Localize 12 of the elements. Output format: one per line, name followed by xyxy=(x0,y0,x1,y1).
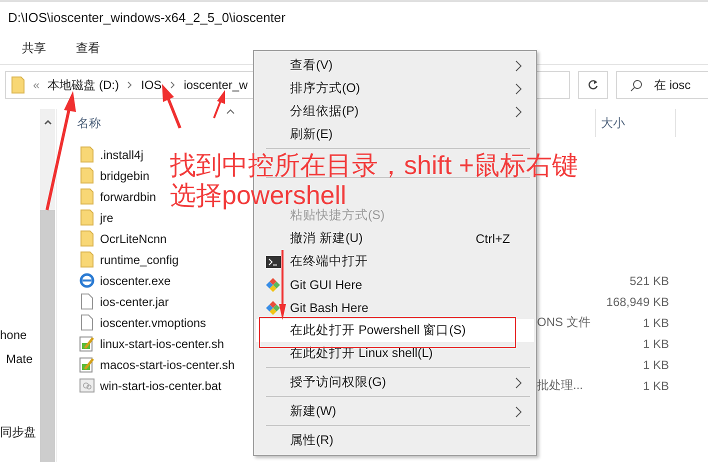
file-size: 521 KB xyxy=(630,274,669,288)
file-type: ONS 文件 xyxy=(537,315,590,329)
annotation-text: 找到中控所在目录，shift +鼠标右键 xyxy=(170,150,578,180)
file-size: 1 KB xyxy=(642,336,669,350)
window-title: D:\IOS\ioscenter_windows-x64_2_5_0\ioscenter xyxy=(8,10,286,24)
file-size: 168,949 KB xyxy=(606,294,669,308)
file-size: 1 KB xyxy=(642,378,669,392)
file-size: 1 KB xyxy=(642,316,669,330)
file-type: 批处理... xyxy=(537,378,584,392)
shortcut-label: Ctrl+Z xyxy=(476,232,510,246)
annotation-text: 选择powershell xyxy=(170,180,346,210)
file-size: 1 KB xyxy=(642,358,669,372)
